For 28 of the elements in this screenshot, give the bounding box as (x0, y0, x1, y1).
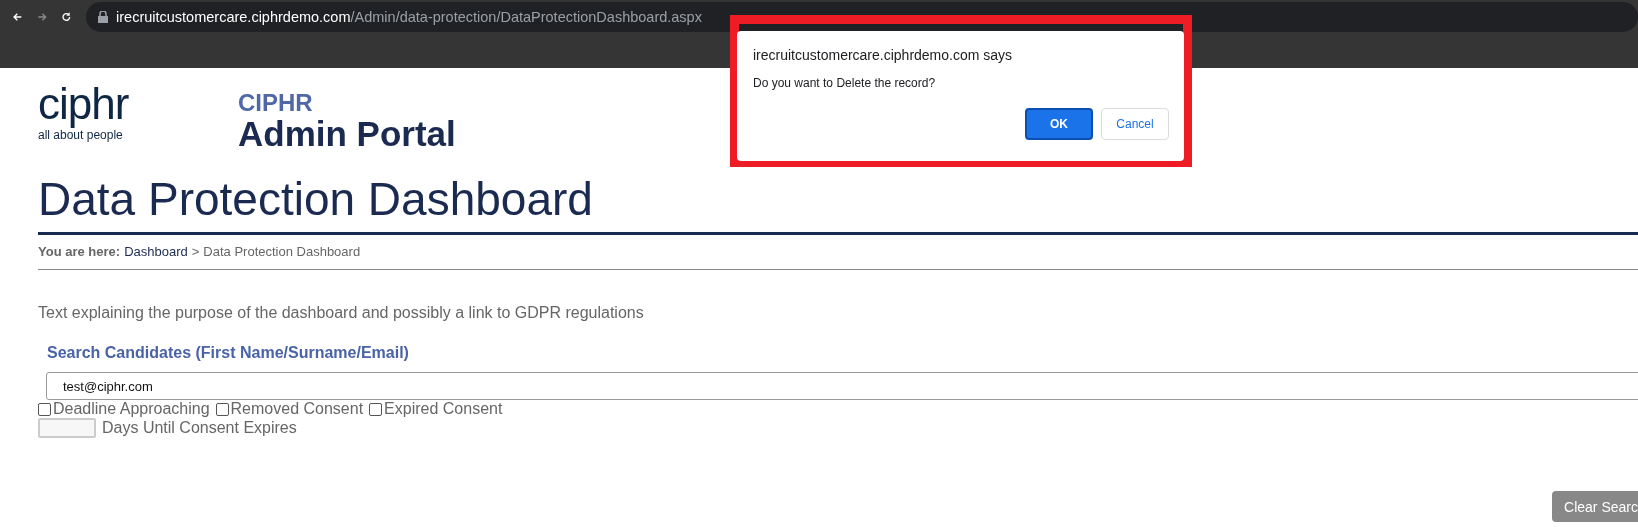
checkbox-label: Deadline Approaching (53, 400, 210, 418)
breadcrumb-current: Data Protection Dashboard (203, 244, 361, 259)
portal-brand: CIPHR (238, 90, 314, 116)
search-field[interactable]: test@ciphr.com (46, 372, 1638, 400)
checkbox-label: Removed Consent (230, 400, 364, 418)
page-title: Data Protection Dashboard (38, 172, 594, 226)
dialog-message: Do you want to Delete the record? (753, 76, 937, 90)
checkbox-label: Expired Consent (384, 400, 503, 418)
clear-search-button[interactable]: Clear Searc (1552, 491, 1638, 522)
cancel-button[interactable]: Cancel (1101, 108, 1169, 140)
intro-text: Text explaining the purpose of the dashboard and possibly a link to GDPR regulations (38, 304, 645, 322)
checkbox[interactable] (38, 402, 51, 416)
checkbox[interactable] (215, 402, 229, 416)
days-input-field[interactable] (38, 418, 96, 438)
ok-button[interactable]: OK (1025, 108, 1093, 140)
lock-icon (98, 11, 108, 23)
address-bar[interactable]: irecruitcustomercare.ciphrdemo.com/Admin/data-protection/DataProtectionDashboard.aspx (86, 2, 1638, 32)
days-label: Days Until Consent Expires (102, 419, 297, 437)
checkbox[interactable] (369, 402, 383, 416)
dialog-title: irecruitcustomercare.ciphrdemo.com says (753, 47, 1014, 63)
portal-title: Admin Portal (238, 116, 456, 152)
breadcrumb-link[interactable]: Dashboard (124, 244, 188, 259)
breadcrumb-separator: > (191, 244, 200, 259)
breadcrumb-prefix: You are here: (38, 244, 121, 259)
logo-tagline: all about people (38, 128, 124, 142)
url-host: irecruitcustomercare.ciphrdemo.com (116, 9, 351, 25)
url-path: /Admin/data-protection/DataProtectionDashboard.aspx (350, 9, 702, 25)
search-label: Search Candidates (First Name/Surname/Email) (47, 344, 410, 362)
